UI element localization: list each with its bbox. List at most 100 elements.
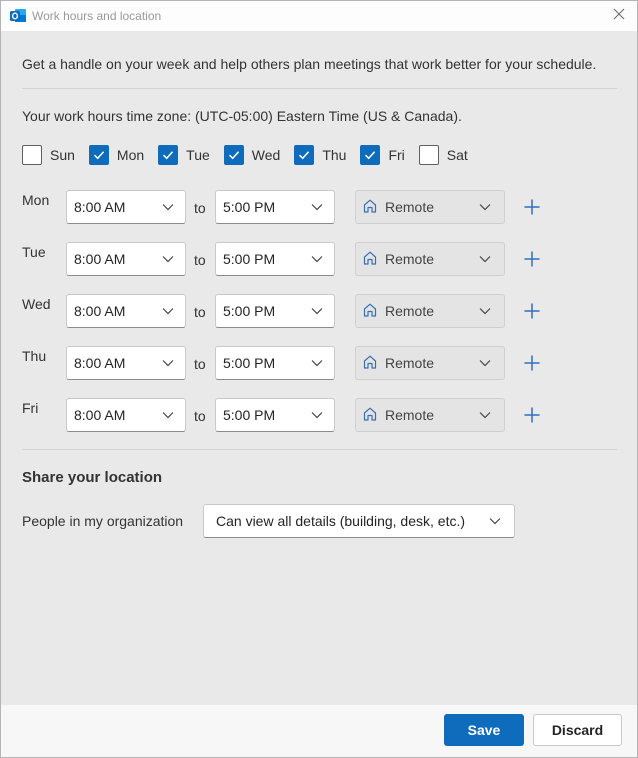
day-label: Thu (322, 147, 347, 163)
day-checkbox-sat[interactable]: Sat (418, 145, 468, 165)
chevron-down-icon (478, 408, 492, 425)
chevron-down-icon (161, 200, 175, 217)
timezone-text: Your work hours time zone: (UTC-05:00) E… (22, 108, 462, 124)
close-icon (613, 7, 625, 25)
location-dropdown[interactable]: Remote (355, 190, 505, 224)
day-checkbox-fri[interactable]: Fri (360, 145, 405, 165)
plus-icon[interactable] (522, 249, 542, 269)
day-label: Wed (251, 147, 281, 163)
checkmark-icon (163, 151, 174, 160)
location-value: Remote (385, 251, 435, 267)
checkmark-icon (299, 151, 310, 160)
location-dropdown[interactable]: Remote (355, 346, 505, 380)
day-checkbox-tue[interactable]: Tue (158, 145, 210, 165)
home-icon (362, 198, 378, 217)
end-time-dropdown[interactable]: 5:00 PM (215, 398, 335, 432)
end-time-dropdown[interactable]: 5:00 PM (215, 294, 335, 328)
plus-icon[interactable] (522, 405, 542, 425)
dialog-footer: Save Discard (1, 705, 637, 757)
end-time-value: 5:00 PM (223, 251, 276, 267)
close-button[interactable] (609, 6, 629, 26)
row-day-label: Thu (22, 348, 47, 364)
share-location-title: Share your location (22, 469, 163, 486)
schedule-row-wed: Wed 8:00 AM to 5:00 PM Remote (22, 294, 622, 328)
chevron-down-icon (478, 200, 492, 217)
plus-icon[interactable] (522, 353, 542, 373)
location-dropdown[interactable]: Remote (355, 398, 505, 432)
chevron-down-icon (488, 514, 502, 531)
divider (22, 88, 617, 89)
divider (22, 449, 617, 450)
start-time-value: 8:00 AM (74, 199, 126, 215)
to-label: to (194, 252, 206, 268)
checkbox[interactable] (22, 145, 42, 165)
day-label: Tue (186, 147, 210, 163)
intro-text: Get a handle on your week and help other… (22, 56, 597, 72)
checkbox[interactable] (294, 145, 315, 165)
end-time-value: 5:00 PM (223, 407, 276, 423)
checkbox[interactable] (88, 145, 109, 165)
checkbox[interactable] (158, 145, 179, 165)
start-time-value: 8:00 AM (74, 303, 126, 319)
end-time-value: 5:00 PM (223, 199, 276, 215)
plus-icon[interactable] (522, 197, 542, 217)
save-button[interactable]: Save (444, 714, 524, 746)
chevron-down-icon (161, 356, 175, 373)
to-label: to (194, 356, 206, 372)
row-day-label: Fri (22, 400, 39, 416)
discard-button[interactable]: Discard (533, 714, 622, 746)
end-time-dropdown[interactable]: 5:00 PM (215, 190, 335, 224)
chevron-down-icon (310, 408, 324, 425)
start-time-dropdown[interactable]: 8:00 AM (66, 190, 186, 224)
schedule-row-tue: Tue 8:00 AM to 5:00 PM Remote (22, 242, 622, 276)
checkbox[interactable] (223, 145, 244, 165)
day-label: Sat (446, 147, 468, 163)
checkbox[interactable] (418, 145, 439, 165)
home-icon (362, 354, 378, 373)
row-day-label: Mon (22, 192, 50, 208)
location-value: Remote (385, 355, 435, 371)
schedule-row-fri: Fri 8:00 AM to 5:00 PM Remote (22, 398, 622, 432)
start-time-dropdown[interactable]: 8:00 AM (66, 294, 186, 328)
start-time-dropdown[interactable]: 8:00 AM (66, 346, 186, 380)
location-dropdown[interactable]: Remote (355, 242, 505, 276)
window-title: Work hours and location (32, 9, 162, 23)
chevron-down-icon (161, 252, 175, 269)
row-day-label: Tue (22, 244, 46, 260)
start-time-value: 8:00 AM (74, 251, 126, 267)
checkmark-icon (228, 151, 239, 160)
day-checkbox-mon[interactable]: Mon (88, 145, 145, 165)
schedule-row-mon: Mon 8:00 AM to 5:00 PM Remote (22, 190, 622, 224)
end-time-dropdown[interactable]: 5:00 PM (215, 346, 335, 380)
start-time-dropdown[interactable]: 8:00 AM (66, 242, 186, 276)
chevron-down-icon (161, 408, 175, 425)
chevron-down-icon (478, 252, 492, 269)
start-time-dropdown[interactable]: 8:00 AM (66, 398, 186, 432)
share-location-label: People in my organization (22, 513, 184, 529)
home-icon (362, 406, 378, 425)
location-value: Remote (385, 303, 435, 319)
share-location-value: Can view all details (building, desk, et… (216, 513, 466, 529)
share-location-dropdown[interactable]: Can view all details (building, desk, et… (203, 504, 515, 538)
day-checkbox-thu[interactable]: Thu (294, 145, 346, 165)
day-checkbox-wed[interactable]: Wed (223, 145, 281, 165)
chevron-down-icon (161, 304, 175, 321)
checkmark-icon (365, 151, 376, 160)
day-label: Mon (116, 147, 145, 163)
plus-icon[interactable] (522, 301, 542, 321)
dialog-content: Get a handle on your week and help other… (1, 31, 637, 705)
day-checkbox-sun[interactable]: Sun (22, 145, 75, 165)
dialog-window: Work hours and location Get a handle on … (0, 0, 638, 758)
checkbox[interactable] (360, 145, 381, 165)
location-dropdown[interactable]: Remote (355, 294, 505, 328)
workday-checkboxes: Sun Mon Tue Wed Thu Fri Sat (22, 145, 482, 165)
day-label: Sun (50, 147, 75, 163)
chevron-down-icon (478, 356, 492, 373)
end-time-dropdown[interactable]: 5:00 PM (215, 242, 335, 276)
to-label: to (194, 408, 206, 424)
outlook-icon (10, 8, 26, 24)
home-icon (362, 250, 378, 269)
end-time-value: 5:00 PM (223, 355, 276, 371)
chevron-down-icon (310, 356, 324, 373)
to-label: to (194, 304, 206, 320)
